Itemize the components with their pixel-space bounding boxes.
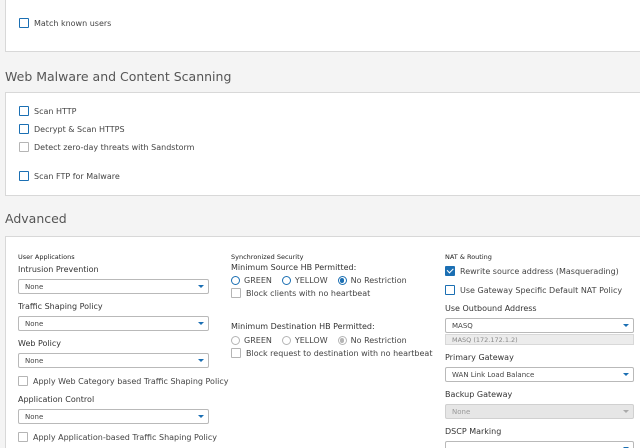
application-control-value: None bbox=[25, 412, 44, 421]
scan-ftp-row[interactable]: Scan FTP for Malware bbox=[19, 171, 120, 181]
match-known-users-checkbox[interactable] bbox=[19, 18, 29, 28]
advanced-panel: User Applications Intrusion Prevention N… bbox=[5, 236, 640, 448]
chevron-down-icon bbox=[198, 322, 204, 325]
apply-web-category-row[interactable]: Apply Web Category based Traffic Shaping… bbox=[18, 376, 229, 386]
intrusion-prevention-value: None bbox=[25, 282, 44, 291]
dest-yellow-option[interactable]: YELLOW bbox=[281, 336, 328, 345]
source-green-radio[interactable] bbox=[231, 276, 240, 285]
source-no-restriction-label: No Restriction bbox=[350, 276, 407, 285]
scan-http-checkbox[interactable] bbox=[19, 106, 29, 116]
decrypt-https-label: Decrypt & Scan HTTPS bbox=[34, 124, 125, 134]
min-source-hb-radio-group: GREEN YELLOW No Restriction bbox=[231, 276, 417, 285]
backup-gateway-select: None bbox=[445, 404, 634, 419]
sandstorm-checkbox bbox=[19, 142, 29, 152]
backup-gateway-value: None bbox=[452, 407, 471, 416]
dest-no-restriction-option[interactable]: No Restriction bbox=[337, 336, 407, 345]
dest-green-option[interactable]: GREEN bbox=[231, 336, 272, 345]
top-panel: Match known users bbox=[5, 0, 640, 52]
decrypt-https-row[interactable]: Decrypt & Scan HTTPS bbox=[19, 124, 125, 134]
chevron-down-icon bbox=[198, 359, 204, 362]
dscp-marking-select[interactable] bbox=[445, 441, 634, 448]
source-green-label: GREEN bbox=[244, 276, 272, 285]
rewrite-source-row[interactable]: Rewrite source address (Masquerading) bbox=[445, 266, 619, 276]
dest-green-radio[interactable] bbox=[231, 336, 240, 345]
chevron-down-icon bbox=[623, 373, 629, 376]
scan-ftp-checkbox[interactable] bbox=[19, 171, 29, 181]
sandstorm-row: Detect zero-day threats with Sandstorm bbox=[19, 142, 194, 152]
advanced-title: Advanced bbox=[5, 211, 67, 226]
user-applications-heading: User Applications bbox=[18, 253, 75, 261]
block-clients-checkbox[interactable] bbox=[231, 288, 241, 298]
nat-routing-heading: NAT & Routing bbox=[445, 253, 492, 261]
dest-yellow-radio[interactable] bbox=[281, 336, 291, 345]
dest-green-label: GREEN bbox=[244, 336, 272, 345]
primary-gateway-select[interactable]: WAN Link Load Balance bbox=[445, 367, 634, 382]
web-policy-select[interactable]: None bbox=[18, 353, 209, 368]
traffic-shaping-value: None bbox=[25, 319, 44, 328]
scan-http-label: Scan HTTP bbox=[34, 106, 77, 116]
block-clients-row[interactable]: Block clients with no heartbeat bbox=[231, 288, 370, 298]
source-green-option[interactable]: GREEN bbox=[231, 276, 272, 285]
dest-yellow-label: YELLOW bbox=[294, 336, 328, 345]
block-request-checkbox[interactable] bbox=[231, 348, 241, 358]
outbound-address-value: MASQ bbox=[452, 321, 473, 330]
dest-no-restriction-label: No Restriction bbox=[350, 336, 407, 345]
source-yellow-option[interactable]: YELLOW bbox=[281, 276, 328, 285]
min-dest-hb-label: Minimum Destination HB Permitted: bbox=[231, 322, 375, 331]
block-request-row[interactable]: Block request to destination with no hea… bbox=[231, 348, 432, 358]
web-malware-title: Web Malware and Content Scanning bbox=[5, 69, 232, 84]
intrusion-prevention-label: Intrusion Prevention bbox=[18, 265, 99, 274]
scan-http-row[interactable]: Scan HTTP bbox=[19, 106, 76, 116]
sync-security-heading: Synchronized Security bbox=[231, 253, 304, 261]
application-control-select[interactable]: None bbox=[18, 409, 209, 424]
match-known-users-row[interactable]: Match known users bbox=[19, 18, 111, 28]
source-yellow-radio[interactable] bbox=[281, 276, 291, 285]
chevron-down-icon bbox=[623, 324, 629, 327]
chevron-down-icon bbox=[198, 415, 204, 418]
source-no-restriction-option[interactable]: No Restriction bbox=[337, 276, 407, 285]
apply-app-based-checkbox[interactable] bbox=[18, 432, 28, 442]
rewrite-source-checkbox[interactable] bbox=[445, 266, 455, 276]
block-clients-label: Block clients with no heartbeat bbox=[246, 288, 371, 298]
apply-web-category-label: Apply Web Category based Traffic Shaping… bbox=[33, 376, 229, 386]
apply-app-based-label: Apply Application-based Traffic Shaping … bbox=[33, 432, 218, 442]
match-known-users-label: Match known users bbox=[34, 18, 112, 28]
apply-app-based-row[interactable]: Apply Application-based Traffic Shaping … bbox=[18, 432, 217, 442]
primary-gateway-label: Primary Gateway bbox=[445, 353, 514, 362]
source-no-restriction-radio[interactable] bbox=[337, 276, 347, 285]
backup-gateway-label: Backup Gateway bbox=[445, 390, 513, 399]
apply-web-category-checkbox[interactable] bbox=[18, 376, 28, 386]
web-malware-panel: Scan HTTP Decrypt & Scan HTTPS Detect ze… bbox=[5, 92, 640, 196]
outbound-address-select[interactable]: MASQ bbox=[445, 318, 634, 333]
chevron-down-icon bbox=[198, 285, 204, 288]
gateway-specific-row[interactable]: Use Gateway Specific Default NAT Policy bbox=[445, 285, 622, 295]
dest-no-restriction-radio[interactable] bbox=[337, 336, 347, 345]
min-source-hb-label: Minimum Source HB Permitted: bbox=[231, 263, 357, 272]
chevron-down-icon bbox=[623, 410, 629, 413]
min-dest-hb-radio-group: GREEN YELLOW No Restriction bbox=[231, 336, 417, 345]
block-request-label: Block request to destination with no hea… bbox=[246, 348, 433, 358]
gateway-specific-label: Use Gateway Specific Default NAT Policy bbox=[460, 285, 623, 295]
decrypt-https-checkbox[interactable] bbox=[19, 124, 29, 134]
scan-ftp-label: Scan FTP for Malware bbox=[34, 171, 120, 181]
outbound-address-label: Use Outbound Address bbox=[445, 304, 537, 313]
application-control-label: Application Control bbox=[18, 395, 95, 404]
dscp-marking-label: DSCP Marking bbox=[445, 427, 502, 436]
traffic-shaping-label: Traffic Shaping Policy bbox=[18, 302, 103, 311]
web-policy-label: Web Policy bbox=[18, 339, 61, 348]
sandstorm-label: Detect zero-day threats with Sandstorm bbox=[34, 142, 195, 152]
traffic-shaping-select[interactable]: None bbox=[18, 316, 209, 331]
gateway-specific-checkbox[interactable] bbox=[445, 285, 455, 295]
outbound-address-subtext: MASQ (172.172.1.2) bbox=[445, 334, 634, 345]
rewrite-source-label: Rewrite source address (Masquerading) bbox=[460, 266, 619, 276]
web-policy-value: None bbox=[25, 356, 44, 365]
primary-gateway-value: WAN Link Load Balance bbox=[452, 370, 535, 379]
source-yellow-label: YELLOW bbox=[294, 276, 328, 285]
intrusion-prevention-select[interactable]: None bbox=[18, 279, 209, 294]
